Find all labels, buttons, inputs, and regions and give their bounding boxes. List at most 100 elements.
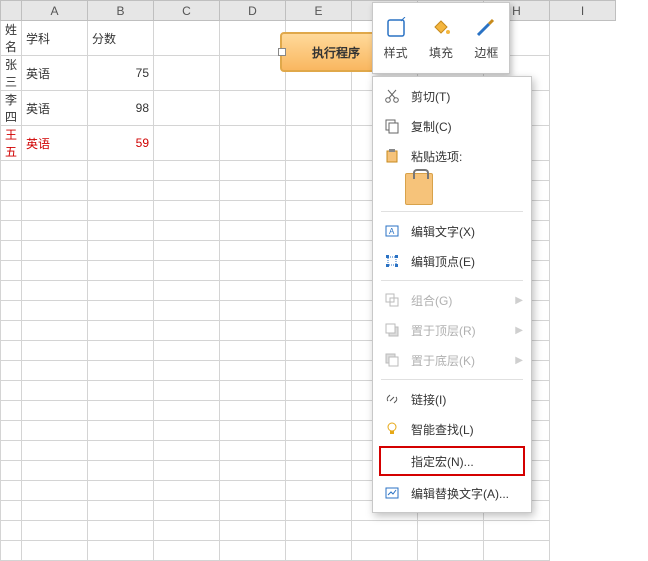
cell[interactable]: 75: [88, 56, 154, 91]
cell[interactable]: [484, 541, 550, 561]
cell[interactable]: [22, 421, 88, 441]
cell[interactable]: [220, 461, 286, 481]
cell[interactable]: [154, 541, 220, 561]
cell[interactable]: [88, 481, 154, 501]
cell[interactable]: [88, 501, 154, 521]
cell[interactable]: [286, 461, 352, 481]
cell[interactable]: [22, 461, 88, 481]
cell[interactable]: [154, 401, 220, 421]
cell[interactable]: [220, 401, 286, 421]
cell[interactable]: [88, 521, 154, 541]
cell[interactable]: [220, 361, 286, 381]
cell[interactable]: [154, 521, 220, 541]
cell[interactable]: 李四: [1, 91, 22, 126]
cell[interactable]: [22, 341, 88, 361]
cell[interactable]: 英语: [22, 56, 88, 91]
cell[interactable]: [1, 381, 22, 401]
cell[interactable]: [154, 501, 220, 521]
cell[interactable]: 59: [88, 126, 154, 161]
cell[interactable]: [1, 501, 22, 521]
menu-link[interactable]: 链接(I): [373, 384, 531, 414]
cell[interactable]: [220, 421, 286, 441]
cell[interactable]: [22, 281, 88, 301]
cell[interactable]: [154, 221, 220, 241]
cell[interactable]: [1, 221, 22, 241]
fill-menu[interactable]: 填充: [418, 3, 463, 73]
menu-smart-lookup[interactable]: 智能查找(L): [373, 414, 531, 444]
cell[interactable]: [286, 201, 352, 221]
cell[interactable]: [1, 401, 22, 421]
menu-alt-text[interactable]: 编辑替换文字(A)...: [373, 478, 531, 508]
cell[interactable]: [484, 521, 550, 541]
cell[interactable]: [220, 381, 286, 401]
cell[interactable]: [286, 91, 352, 126]
cell[interactable]: [88, 361, 154, 381]
cell[interactable]: 王五: [1, 126, 22, 161]
cell[interactable]: [220, 221, 286, 241]
cell[interactable]: [154, 126, 220, 161]
cell[interactable]: [88, 281, 154, 301]
cell[interactable]: [286, 281, 352, 301]
cell[interactable]: [22, 181, 88, 201]
cell[interactable]: [154, 321, 220, 341]
cell[interactable]: 学科: [22, 21, 88, 56]
cell[interactable]: [1, 341, 22, 361]
cell[interactable]: [88, 161, 154, 181]
cell[interactable]: [154, 421, 220, 441]
cell[interactable]: [22, 381, 88, 401]
menu-edit-points[interactable]: 编辑顶点(E): [373, 246, 531, 276]
cell[interactable]: [154, 261, 220, 281]
cell[interactable]: [418, 541, 484, 561]
cell[interactable]: [220, 241, 286, 261]
cell[interactable]: [88, 241, 154, 261]
menu-cut[interactable]: 剪切(T): [373, 81, 531, 111]
cell[interactable]: [88, 441, 154, 461]
col-header-a[interactable]: A: [22, 1, 88, 21]
cell[interactable]: [88, 201, 154, 221]
cell[interactable]: [22, 361, 88, 381]
cell[interactable]: [220, 91, 286, 126]
cell[interactable]: [88, 541, 154, 561]
cell[interactable]: [22, 261, 88, 281]
cell[interactable]: [88, 341, 154, 361]
cell[interactable]: [22, 301, 88, 321]
cell[interactable]: [22, 501, 88, 521]
cell[interactable]: [220, 301, 286, 321]
menu-copy[interactable]: 复制(C): [373, 111, 531, 141]
cell[interactable]: [154, 441, 220, 461]
cell[interactable]: [1, 461, 22, 481]
cell[interactable]: [1, 521, 22, 541]
cell[interactable]: 张三: [1, 56, 22, 91]
cell[interactable]: 分数: [88, 21, 154, 56]
cell[interactable]: [220, 481, 286, 501]
col-header-c[interactable]: C: [154, 1, 220, 21]
cell[interactable]: [1, 181, 22, 201]
cell[interactable]: [286, 541, 352, 561]
cell[interactable]: [1, 281, 22, 301]
cell[interactable]: [286, 181, 352, 201]
cell[interactable]: [22, 481, 88, 501]
cell[interactable]: [22, 321, 88, 341]
cell[interactable]: [1, 361, 22, 381]
cell[interactable]: [286, 381, 352, 401]
cell[interactable]: 姓名: [1, 21, 22, 56]
cell[interactable]: [154, 241, 220, 261]
cell[interactable]: [220, 161, 286, 181]
cell[interactable]: [88, 421, 154, 441]
style-menu[interactable]: 样式: [373, 3, 418, 73]
cell[interactable]: [22, 221, 88, 241]
cell[interactable]: [220, 501, 286, 521]
cell[interactable]: [286, 126, 352, 161]
cell[interactable]: [22, 441, 88, 461]
cell[interactable]: [286, 221, 352, 241]
cell[interactable]: [1, 241, 22, 261]
cell[interactable]: [220, 521, 286, 541]
cell[interactable]: [154, 341, 220, 361]
cell[interactable]: [286, 501, 352, 521]
menu-assign-macro[interactable]: 指定宏(N)...: [379, 446, 525, 476]
cell[interactable]: [220, 21, 286, 56]
cell[interactable]: [88, 301, 154, 321]
menu-edit-text[interactable]: A 编辑文字(X): [373, 216, 531, 246]
cell[interactable]: [1, 541, 22, 561]
border-menu[interactable]: 边框: [464, 3, 509, 73]
